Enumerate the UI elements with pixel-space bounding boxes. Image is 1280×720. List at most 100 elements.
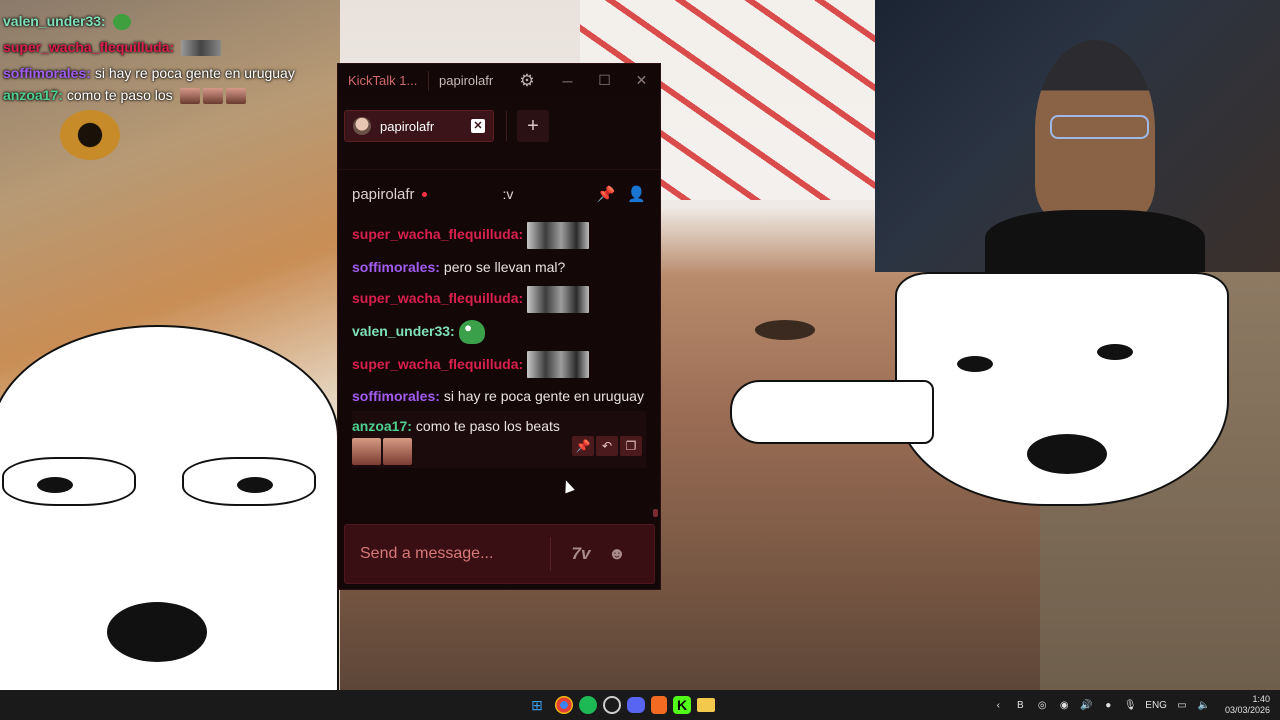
microphone-icon[interactable]: 🎙: [1123, 700, 1137, 711]
input-divider: [550, 537, 551, 571]
chat-username[interactable]: soffimorales:: [352, 388, 440, 404]
windows-start-icon[interactable]: ⊞: [525, 693, 549, 717]
pepe-emote-icon: [112, 14, 131, 31]
tray-app-icon[interactable]: ●: [1101, 700, 1115, 711]
face-emote-icon[interactable]: [352, 438, 381, 466]
system-tray: ‹ B ◎ ◉ 🔊 ● 🎙 ENG ▭ 🔈 1:40 03/03/2026: [991, 690, 1270, 720]
tray-app-icon[interactable]: ◉: [1057, 700, 1071, 711]
overlay-username: anzoa17:: [3, 87, 63, 103]
overlay-message: super_wacha_flequilluda:: [3, 36, 303, 58]
overlay-username: soffimorales:: [3, 65, 91, 81]
chat-text: como te paso los beats: [415, 418, 560, 435]
7tv-emote-icon[interactable]: 7v: [563, 539, 599, 569]
minimize-button[interactable]: ─: [549, 64, 586, 97]
windows-taskbar: ⊞ K ‹ B ◎ ◉ 🔊 ● 🎙 ENG ▭ 🔈 1:40 03/03/202…: [0, 690, 1280, 720]
cat-eye-graphic: [60, 110, 120, 160]
emoji-picker-icon[interactable]: ☻: [599, 539, 635, 569]
face-emote-icon: [202, 88, 223, 105]
volume-icon[interactable]: 🔊: [1079, 700, 1093, 711]
spotify-icon[interactable]: [579, 696, 597, 714]
window-controls: ─ ☐ ✕: [549, 64, 660, 97]
message-input-placeholder[interactable]: Send a message...: [345, 545, 550, 563]
pin-message-icon[interactable]: 📌: [572, 436, 594, 456]
live-indicator: [421, 191, 427, 197]
add-tab-button[interactable]: +: [517, 110, 549, 142]
chat-username[interactable]: valen_under33:: [352, 323, 455, 339]
window-titlebar[interactable]: KickTalk 1... papirolafr ⚙ ─ ☐ ✕: [338, 64, 660, 97]
chat-message: valen_under33:: [352, 316, 646, 347]
chat-message: super_wacha_flequilluda:: [352, 282, 646, 316]
obs-icon[interactable]: [603, 696, 621, 714]
tab-papirolafr[interactable]: papirolafr ✕: [344, 110, 494, 142]
copy-icon[interactable]: ❐: [620, 436, 642, 456]
clock[interactable]: 1:40 03/03/2026: [1225, 694, 1270, 716]
wojak-meme-left: [0, 325, 339, 699]
chat-message: super_wacha_flequilluda:: [352, 347, 646, 381]
gear-icon[interactable]: ⚙: [514, 68, 540, 94]
overlay-text: como te paso los: [66, 87, 173, 103]
streamer-glasses: [1050, 115, 1149, 139]
tab-label: papirolafr: [380, 118, 435, 134]
tab-divider: [506, 111, 507, 141]
chat-username[interactable]: super_wacha_flequilluda:: [352, 290, 523, 306]
chat-username[interactable]: soffimorales:: [352, 259, 440, 275]
discord-icon[interactable]: [627, 697, 645, 713]
avatar: [353, 117, 371, 135]
tray-app-icon[interactable]: ◎: [1035, 700, 1049, 711]
overlay-message: anzoa17: como te paso los: [3, 84, 303, 106]
streamer-webcam: [875, 0, 1280, 272]
message-input[interactable]: Send a message... 7v ☻: [344, 524, 655, 584]
channel-header: papirolafr :v 📌 👤: [338, 170, 660, 218]
chat-message: soffimorales: si hay re poca gente en uru…: [352, 381, 646, 411]
header-actions: 📌 👤: [597, 185, 646, 203]
maximize-button[interactable]: ☐: [586, 64, 623, 97]
user-icon[interactable]: 👤: [627, 185, 646, 203]
pointing-hand-graphic: [730, 380, 934, 444]
face-emote-icon: [225, 88, 246, 105]
close-window-button[interactable]: ✕: [623, 64, 660, 97]
overlay-username: valen_under33:: [3, 13, 106, 29]
message-hover-actions: 📌 ↶ ❐: [572, 436, 642, 456]
emote-icon[interactable]: [527, 286, 590, 313]
face-emote-icon[interactable]: [383, 438, 412, 466]
clock-time: 1:40: [1252, 694, 1270, 704]
overlay-text: si hay re poca gente en uruguay: [94, 65, 295, 81]
chat-message: soffimorales: pero se llevan mal?: [352, 252, 646, 282]
chat-message-list[interactable]: super_wacha_flequilluda: soffimorales: pe…: [338, 218, 660, 508]
channel-name: papirolafr: [352, 185, 415, 203]
overlay-message: soffimorales: si hay re poca gente en ur…: [3, 62, 303, 84]
titlebar-divider: [428, 70, 429, 91]
brave-icon[interactable]: [651, 696, 667, 714]
pepe-emote-icon[interactable]: [458, 320, 485, 345]
chat-text: si hay re poca gente en uruguay: [443, 388, 644, 405]
close-tab-icon[interactable]: ✕: [471, 119, 485, 133]
stream-overlay-chat: valen_under33: super_wacha_flequilluda: …: [3, 0, 303, 106]
chat-username[interactable]: anzoa17:: [352, 418, 412, 434]
stream-title: :v: [502, 186, 514, 202]
file-explorer-icon[interactable]: [697, 698, 715, 712]
emote-icon[interactable]: [527, 351, 590, 379]
emote-icon[interactable]: [527, 222, 590, 249]
emote-icon: [181, 40, 222, 57]
app-title: KickTalk 1...: [348, 73, 418, 88]
titlebar-username: papirolafr: [439, 73, 494, 88]
kick-icon[interactable]: K: [673, 696, 691, 714]
tray-app-icon[interactable]: B: [1013, 700, 1027, 711]
chat-scrollbar[interactable]: [653, 509, 658, 517]
speaker-icon[interactable]: 🔈: [1197, 700, 1211, 711]
network-icon[interactable]: ▭: [1175, 700, 1189, 711]
reply-icon[interactable]: ↶: [596, 436, 618, 456]
chat-tab-bar: papirolafr ✕ +: [338, 97, 660, 170]
kicktalk-window: KickTalk 1... papirolafr ⚙ ─ ☐ ✕ papirol…: [337, 63, 661, 590]
chat-username[interactable]: super_wacha_flequilluda:: [352, 356, 523, 372]
face-eye-graphic: [755, 320, 815, 340]
tray-chevron-icon[interactable]: ‹: [991, 700, 1005, 711]
pin-icon[interactable]: 📌: [597, 185, 616, 203]
language-indicator[interactable]: ENG: [1145, 700, 1167, 711]
clock-date: 03/03/2026: [1224, 705, 1270, 715]
chrome-icon[interactable]: [555, 696, 573, 714]
face-emote-icon: [179, 88, 200, 105]
streamer-shirt: [985, 210, 1205, 272]
wojak-meme-right: [895, 272, 1229, 506]
chat-username[interactable]: super_wacha_flequilluda:: [352, 226, 523, 242]
